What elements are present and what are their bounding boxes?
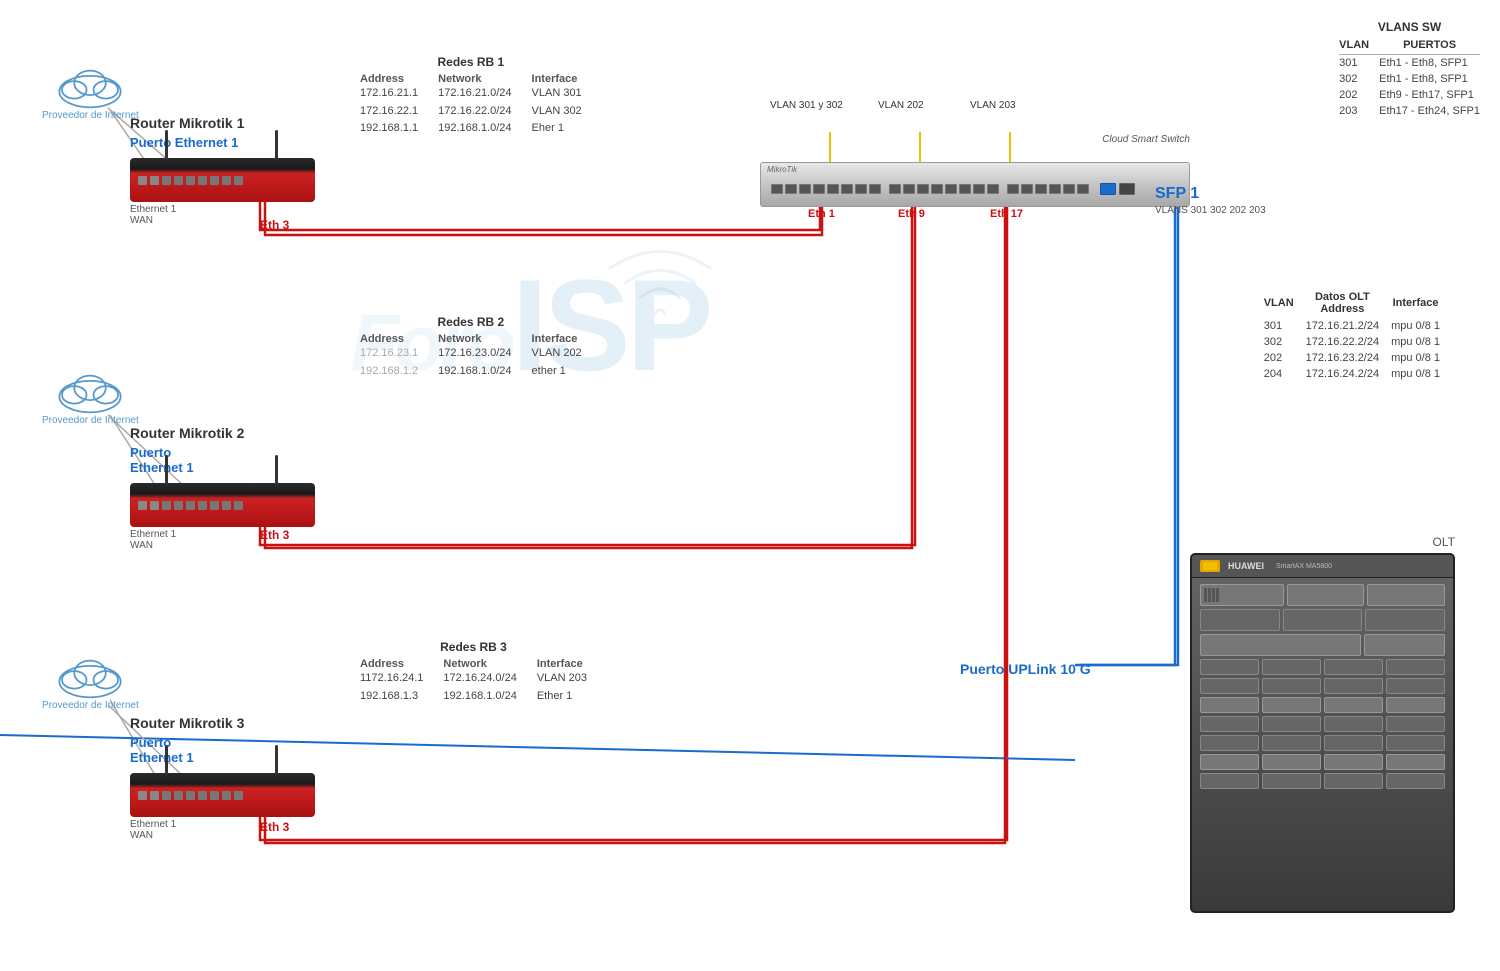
switch-eth1-label: Eth 1 bbox=[808, 208, 835, 220]
sfp1-label: SFP 1 bbox=[1155, 185, 1199, 203]
router-1-puerto: Puerto Ethernet 1 bbox=[130, 135, 315, 150]
vlan-202-label: VLAN 202 bbox=[878, 100, 924, 111]
cloud-2-label: Proveedor de Internet bbox=[42, 415, 139, 427]
switch-brand: MikroTik bbox=[767, 165, 797, 174]
vlan-sw-row-301: 301 Eth1 - Eth8, SFP1 bbox=[1339, 55, 1480, 72]
cloud-1-label: Proveedor de Internet bbox=[42, 110, 139, 122]
router-3-title: Router Mikrotik 3 bbox=[130, 715, 315, 731]
wifi-symbol bbox=[600, 240, 720, 333]
vlan-301-302-label: VLAN 301 y 302 bbox=[770, 100, 843, 111]
vlan-sw-row-203: 203 Eth17 - Eth24, SFP1 bbox=[1339, 103, 1480, 119]
router-1-block: Router Mikrotik 1 Puerto Ethernet 1 bbox=[130, 115, 315, 226]
vlan-203-label: VLAN 203 bbox=[970, 100, 1016, 111]
router-3-puerto: PuertoEthernet 1 bbox=[130, 735, 315, 765]
redes-rb3-table: Redes RB 3 Address 1172.16.24.1192.168.1… bbox=[360, 640, 587, 705]
olt-brand: HUAWEI bbox=[1228, 561, 1264, 571]
diagram-container: ForoISP bbox=[0, 0, 1500, 971]
cloud-3: Proveedor de Internet bbox=[42, 650, 139, 712]
cloud-3-label: Proveedor de Internet bbox=[42, 700, 139, 712]
router-3-eth3: Eth 3 bbox=[260, 820, 289, 834]
vlan-sw-row-302: 302 Eth1 - Eth8, SFP1 bbox=[1339, 71, 1480, 87]
datos-olt-row-202: 202 172.16.23.2/24 mpu 0/8 1 bbox=[1264, 350, 1440, 366]
cloud-2: Proveedor de Internet bbox=[42, 365, 139, 427]
router-1-eth3: Eth 3 bbox=[260, 218, 289, 232]
router-1-title: Router Mikrotik 1 bbox=[130, 115, 315, 131]
vlans-sw-table: VLANS SW VLAN PUERTOS 301 Eth1 - Eth8, S… bbox=[1339, 20, 1480, 119]
datos-olt-row-301: 301 172.16.21.2/24 mpu 0/8 1 bbox=[1264, 318, 1440, 334]
switch-eth17-label: Eth 17 bbox=[990, 208, 1023, 220]
switch-block: Cloud Smart Switch MikroTik bbox=[760, 162, 1190, 207]
datos-olt-row-302: 302 172.16.22.2/24 mpu 0/8 1 bbox=[1264, 334, 1440, 350]
datos-olt-row-204: 204 172.16.24.2/24 mpu 0/8 1 bbox=[1264, 366, 1440, 382]
datos-olt-table: VLAN Datos OLT Address Interface 301 172… bbox=[1264, 290, 1440, 382]
switch-eth9-label: Eth 9 bbox=[898, 208, 925, 220]
vlan-sw-row-202: 202 Eth9 - Eth17, SFP1 bbox=[1339, 87, 1480, 103]
router-2-puerto: PuertoEthernet 1 bbox=[130, 445, 315, 475]
cloud-1: Proveedor de Internet bbox=[42, 60, 139, 122]
puerto-uplink-label: Puerto UPLink 10 G bbox=[960, 660, 1091, 680]
sfp1-vlans-label: VLANS 301 302 202 203 bbox=[1155, 205, 1266, 216]
router-2-title: Router Mikrotik 2 bbox=[130, 425, 315, 441]
switch-cloud-label: Cloud Smart Switch bbox=[1102, 134, 1190, 145]
redes-rb2-table: Redes RB 2 Address 172.16.23.1192.168.1.… bbox=[360, 315, 582, 380]
olt-label: OLT bbox=[1190, 535, 1455, 549]
redes-rb1-table: Redes RB 1 Address 172.16.21.1172.16.22.… bbox=[360, 55, 582, 138]
router-2-eth3: Eth 3 bbox=[260, 528, 289, 542]
olt-block: OLT HUAWEI SmartAX MA5800 bbox=[1190, 535, 1455, 913]
